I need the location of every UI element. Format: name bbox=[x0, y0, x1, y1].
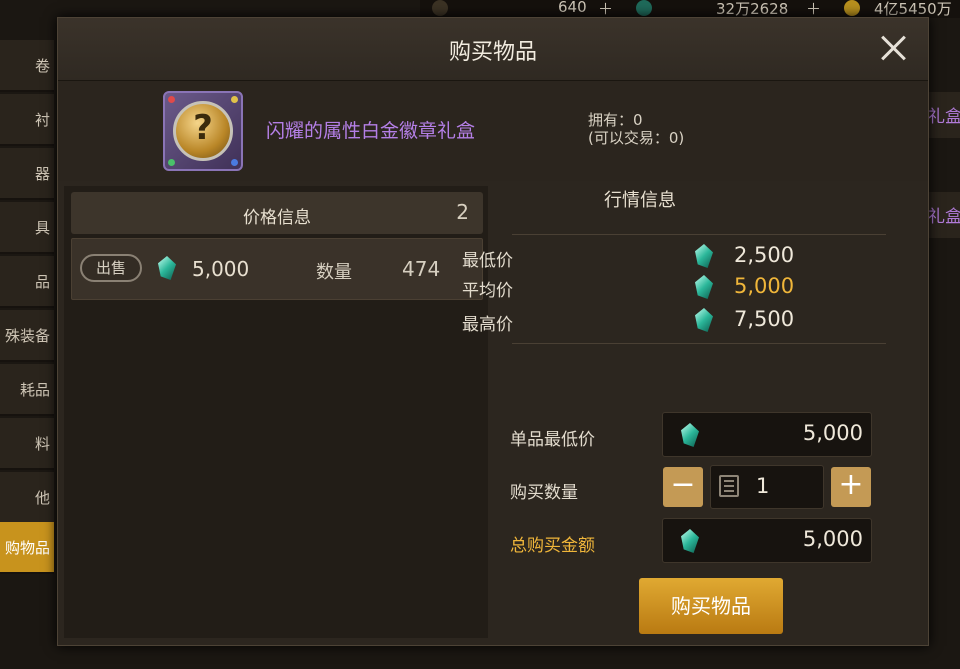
corner-gem-icon bbox=[231, 159, 238, 166]
quantity-label: 购买数量 bbox=[510, 483, 578, 503]
corner-gem-icon bbox=[168, 96, 175, 103]
gem-icon bbox=[695, 244, 713, 268]
listing-row[interactable]: 出售 5,000 数量 474 bbox=[71, 238, 483, 300]
gem-icon bbox=[158, 256, 176, 280]
nav-item[interactable]: 具 bbox=[0, 202, 54, 254]
min-price-label: 最低价 bbox=[462, 251, 513, 271]
listing-quantity: 474 bbox=[402, 257, 441, 281]
close-button[interactable] bbox=[876, 30, 912, 66]
background-list-item[interactable]: 礼盒 bbox=[926, 192, 960, 238]
buy-button[interactable]: 购买物品 bbox=[639, 578, 783, 634]
nav-item[interactable]: 卷 bbox=[0, 40, 54, 92]
dialog-title: 购买物品 bbox=[448, 40, 537, 65]
gem-icon bbox=[695, 275, 713, 299]
calculator-icon[interactable] bbox=[719, 475, 739, 497]
corner-gem-icon bbox=[231, 96, 238, 103]
price-info-title: 价格信息 bbox=[243, 208, 311, 228]
nav-item[interactable]: 他 bbox=[0, 472, 54, 524]
total-price-label: 总购买金额 bbox=[510, 536, 595, 556]
nav-item[interactable]: 衬 bbox=[0, 94, 54, 146]
avg-price-value: 5,000 bbox=[734, 274, 795, 298]
unit-price-label: 单品最低价 bbox=[510, 430, 595, 450]
nav-item[interactable]: 料 bbox=[0, 418, 54, 470]
nav-item[interactable]: 品 bbox=[0, 256, 54, 308]
question-medal-icon: ? bbox=[173, 101, 233, 161]
unit-price-field: 5,000 bbox=[662, 412, 872, 457]
gem-icon bbox=[636, 0, 652, 16]
item-info: ? 闪耀的属性白金徽章礼盒 拥有：0 (可以交易：0) bbox=[58, 81, 928, 181]
item-name: 闪耀的属性白金徽章礼盒 bbox=[266, 120, 476, 142]
avg-price-label: 平均价 bbox=[462, 281, 513, 301]
category-nav: 卷 衬 器 具 品 殊装备 耗品 料 他 购物品 bbox=[0, 30, 58, 630]
quantity-input[interactable]: 1 bbox=[710, 465, 824, 509]
divider bbox=[512, 234, 886, 235]
currency-1-value: 640 bbox=[558, 0, 587, 16]
quantity-value: 1 bbox=[756, 474, 770, 498]
gem-icon bbox=[681, 529, 699, 553]
increase-button[interactable]: + bbox=[831, 467, 871, 507]
currency-bar: 640 ＋ 32万2628 ＋ 4亿5450万 bbox=[420, 0, 960, 18]
quantity-label: 数量 bbox=[316, 262, 352, 283]
unit-price-value: 5,000 bbox=[802, 421, 863, 445]
owned-count: 拥有：0 (可以交易：0) bbox=[588, 111, 684, 147]
nav-item[interactable]: 耗品 bbox=[0, 364, 54, 416]
nav-item[interactable]: 器 bbox=[0, 148, 54, 200]
moon-icon bbox=[432, 0, 448, 16]
min-price-value: 2,500 bbox=[734, 243, 795, 267]
max-price-label: 最高价 bbox=[462, 315, 513, 335]
tradable-text: (可以交易：0) bbox=[588, 129, 685, 147]
total-price-value: 5,000 bbox=[802, 527, 863, 551]
nav-item[interactable]: 殊装备 bbox=[0, 310, 54, 362]
price-info-panel: 价格信息 2 出售 5,000 数量 474 bbox=[64, 186, 488, 638]
owned-text: 拥有：0 bbox=[588, 111, 643, 129]
item-icon[interactable]: ? bbox=[163, 91, 243, 171]
coin-icon bbox=[844, 0, 860, 16]
listing-price: 5,000 bbox=[192, 257, 250, 281]
price-info-header: 价格信息 2 bbox=[71, 192, 483, 234]
corner-gem-icon bbox=[168, 159, 175, 166]
total-price-field: 5,000 bbox=[662, 518, 872, 563]
gem-icon bbox=[695, 308, 713, 332]
dialog-header: 购买物品 bbox=[58, 18, 928, 81]
background-list: 礼盒 礼盒 bbox=[926, 40, 960, 640]
gem-icon bbox=[681, 423, 699, 447]
market-info-title: 行情信息 bbox=[604, 190, 676, 211]
nav-item-active[interactable]: 购物品 bbox=[0, 522, 54, 574]
background-list-item[interactable]: 礼盒 bbox=[926, 92, 960, 138]
divider bbox=[512, 343, 886, 344]
decrease-button[interactable]: − bbox=[663, 467, 703, 507]
sell-tag: 出售 bbox=[80, 254, 142, 282]
max-price-value: 7,500 bbox=[734, 307, 795, 331]
